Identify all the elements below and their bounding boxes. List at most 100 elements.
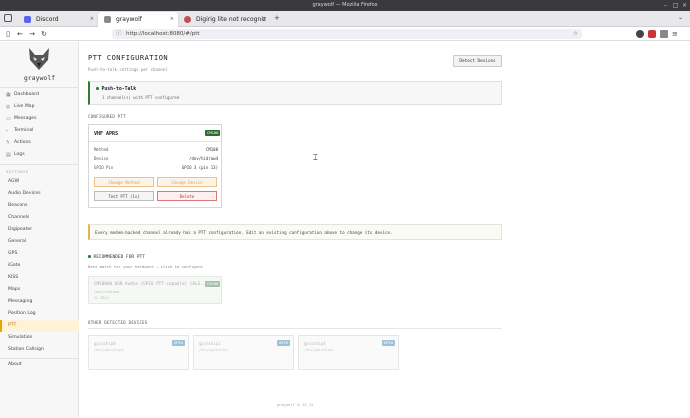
sidebar-divider [0, 164, 79, 165]
summary-title-text: Push-to-Talk [101, 87, 137, 92]
device-path: /dev/gpiochip1 [199, 348, 229, 352]
bookmark-icon[interactable]: ☆ [573, 29, 578, 39]
device-name: gpiochip4 [304, 341, 326, 346]
tab-close-icon[interactable]: × [90, 12, 94, 27]
graywolf-favicon-icon [104, 16, 111, 23]
sidebar-item-messages[interactable]: ▭ Messages [0, 113, 79, 125]
tab-discord[interactable]: Discord × [18, 12, 98, 27]
device-path: /dev/hidraw4 [94, 290, 120, 294]
reload-icon[interactable]: ↻ [39, 29, 49, 39]
device-card-gpiochip4[interactable]: gpiochip4 /dev/gpiochip4 GPIO [298, 335, 399, 370]
sidebar-item-label: Logs [14, 152, 25, 157]
sidebar-item-gps[interactable]: GPS [0, 248, 79, 260]
new-tab-icon[interactable]: + [274, 14, 280, 22]
page-subtitle: Push-to-talk settings per channel [88, 67, 168, 72]
change-device-button[interactable]: Change Device [157, 177, 217, 187]
test-ptt-button[interactable]: Test PTT (1s) [94, 191, 154, 201]
field-key: GPIO Pin [94, 165, 114, 170]
field-device: Device/dev/hidraw4 [94, 156, 218, 161]
sidebar-item-logs[interactable]: ▤ Logs [0, 149, 79, 161]
tab-overview-icon[interactable] [4, 14, 12, 22]
tab-digirig[interactable]: Digirig lite not recogniz × [178, 12, 270, 27]
sidebar-item-kiss[interactable]: KISS [0, 272, 79, 284]
sidebar-item-position-log[interactable]: Position Log [0, 308, 79, 320]
tab-label: Digirig lite not recogniz [196, 16, 267, 23]
device-name: CM108AH USB Audio (GPIO PTT capable) (AL… [94, 282, 208, 287]
field-key: Method [94, 147, 109, 152]
close-window-icon[interactable]: × [681, 2, 688, 9]
configured-ptt-label: CONFIGURED PTT [88, 114, 126, 119]
page-info-icon[interactable]: ⓘ [116, 29, 122, 39]
sidebar-item-live-map[interactable]: ◎ Live Map [0, 101, 79, 113]
url-bar[interactable]: ⓘ http://localhost:8080/#/ptt ☆ [112, 29, 582, 39]
sidebar-item-label: Actions [14, 140, 31, 145]
change-method-button[interactable]: Change Method [94, 177, 154, 187]
sidebar-item-simulation[interactable]: Simulation [0, 332, 79, 344]
sidebar-item-about[interactable]: About [0, 359, 79, 371]
other-devices-label: OTHER DETECTED DEVICES [88, 320, 148, 325]
url-text: http://localhost:8080/#/ptt [126, 31, 200, 37]
sidebar-item-audio-devices[interactable]: Audio Devices [0, 188, 79, 200]
sidebar-item-label: Terminal [14, 128, 34, 133]
sidebar-item-dashboard[interactable]: ▦ Dashboard [0, 89, 79, 101]
sidebar-item-terminal[interactable]: › Terminal [0, 125, 79, 137]
recommended-title-text: RECOMMENDED FOR PTT [93, 255, 145, 260]
log-icon: ▤ [6, 152, 11, 158]
tab-close-icon[interactable]: × [262, 12, 266, 27]
sidebar-item-actions[interactable]: ϟ Actions [0, 137, 79, 149]
discord-favicon-icon [24, 16, 31, 23]
ublock-icon[interactable] [648, 30, 656, 38]
maximize-icon[interactable]: □ [672, 2, 679, 9]
bolt-icon: ϟ [6, 140, 10, 146]
device-name: gpiochip0 [94, 341, 116, 346]
tab-label: graywolf [116, 16, 142, 23]
sidebar-item-ptt[interactable]: PTT [0, 320, 79, 332]
device-card-gpiochip0[interactable]: gpiochip0 /dev/gpiochip0 GPIO [88, 335, 189, 370]
device-card-gpiochip1[interactable]: gpiochip1 /dev/gpiochip1 GPIO [193, 335, 294, 370]
sidebar-toggle-icon[interactable]: ▯ [3, 29, 13, 39]
recommended-device-card[interactable]: CM108AH USB Audio (GPIO PTT capable) (AL… [88, 276, 222, 304]
summary-detail: 1 channel(s) with PTT configured [102, 95, 180, 100]
sidebar-item-digipeater[interactable]: Digipeater [0, 224, 79, 236]
sidebar-item-maps[interactable]: Maps [0, 284, 79, 296]
device-badge: GPIO [381, 340, 395, 346]
method-badge: CM108 [205, 130, 221, 136]
sidebar-item-label: Live Map [14, 104, 35, 109]
extension-icon[interactable] [636, 30, 644, 38]
sidebar-item-beacons[interactable]: Beacons [0, 200, 79, 212]
tab-graywolf[interactable]: graywolf × [98, 12, 178, 27]
recommended-dot-icon [88, 255, 91, 258]
section-divider [88, 328, 502, 329]
extensions-icon[interactable] [660, 30, 668, 38]
sidebar-item-label: GPS [8, 251, 18, 256]
minimize-icon[interactable]: – [662, 2, 669, 9]
sidebar-item-station-callsign[interactable]: Station Callsign [0, 344, 79, 356]
forward-icon[interactable]: → [27, 29, 37, 39]
globe-icon: ◎ [6, 104, 11, 110]
wolf-logo-icon [29, 48, 49, 70]
menu-icon[interactable]: ≡ [672, 30, 680, 38]
sidebar-item-label: KISS [8, 275, 19, 280]
sidebar-item-channels[interactable]: Channels [0, 212, 79, 224]
tab-close-icon[interactable]: × [170, 12, 174, 27]
device-badge: CM108 [205, 281, 221, 287]
back-icon[interactable]: ← [15, 29, 25, 39]
forum-favicon-icon [184, 16, 191, 23]
window-titlebar: graywolf — Mozilla Firefox – □ × [0, 0, 690, 11]
sidebar-item-agw[interactable]: AGW [0, 176, 79, 188]
sidebar-item-igate[interactable]: iGate [0, 260, 79, 272]
nav-bar: ▯ ← → ↻ ⓘ http://localhost:8080/#/ptt ☆ … [0, 27, 690, 41]
field-gpio-pin: GPIO Pin GPIO 3 (pin 13) [94, 165, 218, 170]
device-badge: GPIO [276, 340, 290, 346]
detect-devices-button[interactable]: Detect Devices [453, 55, 502, 67]
field-value: CM108 [205, 147, 218, 152]
mouse-cursor-icon: ⌶ [313, 153, 318, 162]
main-content: PTT CONFIGURATION Push-to-talk settings … [80, 42, 690, 418]
sidebar-item-general[interactable]: General [0, 236, 79, 248]
tab-list-icon[interactable]: ⌄ [678, 14, 683, 21]
recommended-title: RECOMMENDED FOR PTT [88, 255, 145, 260]
delete-button[interactable]: Delete [157, 191, 217, 201]
sidebar-item-label: Messaging [8, 299, 33, 304]
sidebar: graywolf ▦ Dashboard ◎ Live Map ▭ Messages … [0, 42, 79, 418]
sidebar-item-messaging[interactable]: Messaging [0, 296, 79, 308]
